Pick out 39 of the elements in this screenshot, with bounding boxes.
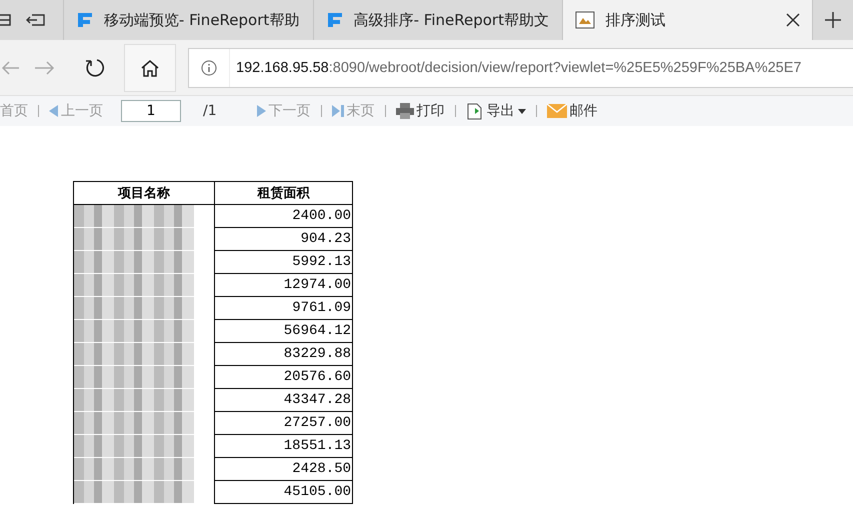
tabs-icon[interactable] <box>0 12 12 28</box>
document-export-icon <box>466 102 484 120</box>
page-number-field[interactable]: 1 <box>121 100 181 122</box>
home-icon[interactable] <box>140 58 160 76</box>
envelope-icon <box>546 104 567 118</box>
left-triangle-icon <box>49 105 58 117</box>
table-cell: 12974.00 <box>214 274 352 296</box>
table-cell: 56964.12 <box>214 320 352 342</box>
page-total: /1 <box>203 103 217 119</box>
table-cell: 9761.09 <box>214 296 352 320</box>
table-cell: 27257.00 <box>214 412 352 434</box>
table-cell: 43347.28 <box>214 388 352 412</box>
tab-return-icon[interactable] <box>26 12 46 28</box>
column-header: 项目名称 <box>74 182 214 204</box>
browser-tab[interactable]: 排序测试 <box>563 0 814 40</box>
picture-icon <box>575 11 596 29</box>
table-cell: 904.23 <box>214 228 352 250</box>
table-cell: 2428.50 <box>214 458 352 480</box>
right-triangle-icon <box>256 105 266 117</box>
refresh-icon[interactable] <box>85 58 105 78</box>
letter-f-logo-icon <box>76 11 94 29</box>
table-cell: 5992.13 <box>214 250 352 274</box>
caret-icon <box>518 108 526 114</box>
last-page-icon <box>332 105 344 117</box>
table-cell: 45105.00 <box>214 480 352 504</box>
mail-button[interactable]: 邮件 <box>546 102 598 120</box>
plus-icon[interactable] <box>824 11 842 29</box>
table-cell: 2400.00 <box>214 204 352 228</box>
printer-icon <box>396 103 414 119</box>
table-cell: 18551.13 <box>214 434 352 458</box>
letter-f-logo-icon <box>326 11 344 29</box>
export-button[interactable]: 导出 <box>466 102 526 120</box>
print-button[interactable]: 打印 <box>396 102 445 120</box>
close-icon[interactable] <box>786 13 800 27</box>
table-cell: 20576.60 <box>214 366 352 388</box>
column-header: 租赁面积 <box>214 182 352 204</box>
address-field[interactable]: 192.168.95.58:8090/webroot/decision/view/report?viewlet=%25E5%259F%25BA%25E7 <box>188 48 853 88</box>
info-icon <box>201 60 217 76</box>
table-cell: 83229.88 <box>214 342 352 366</box>
